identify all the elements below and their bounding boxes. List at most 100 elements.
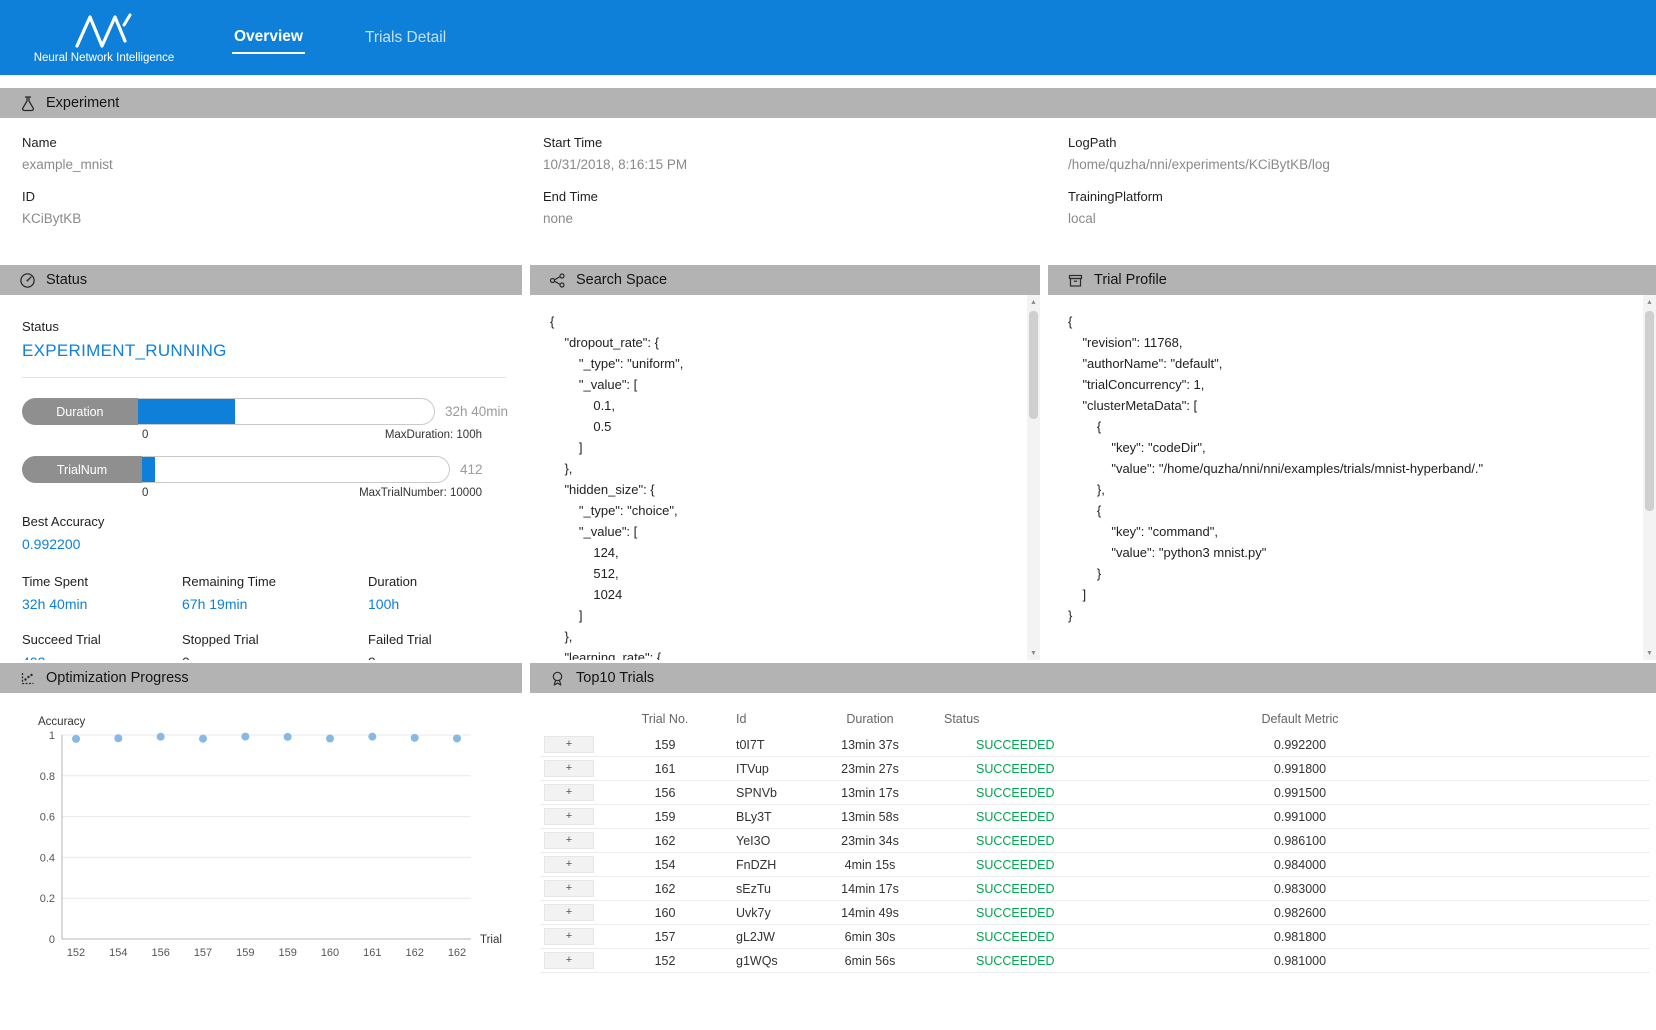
- expand-row-button[interactable]: +: [544, 856, 594, 873]
- cell-metric: 0.982600: [1100, 901, 1500, 925]
- expand-cell: +: [540, 925, 598, 949]
- svg-text:162: 162: [405, 947, 423, 959]
- scrollbar-thumb[interactable]: [1029, 311, 1038, 419]
- top10-panel: Top10 Trials Trial No. Id Duration Statu…: [530, 663, 1656, 1008]
- svg-text:0: 0: [49, 934, 55, 946]
- field-label: End Time: [543, 189, 1068, 204]
- status-label: Status: [22, 319, 508, 334]
- filler-cell: [1500, 877, 1650, 901]
- flask-icon: [18, 94, 36, 112]
- expand-cell: +: [540, 877, 598, 901]
- expand-row-button[interactable]: +: [544, 736, 594, 753]
- scroll-up-button[interactable]: ▲: [1643, 295, 1656, 309]
- nni-logo-icon: [67, 11, 141, 49]
- svg-text:162: 162: [448, 947, 466, 959]
- expand-cell: +: [540, 949, 598, 973]
- archive-icon: [1066, 271, 1084, 289]
- scroll-down-button[interactable]: ▼: [1643, 646, 1656, 660]
- cell-status: SUCCEEDED: [940, 901, 1100, 925]
- expand-row-button[interactable]: +: [544, 784, 594, 801]
- scroll-up-button[interactable]: ▲: [1027, 295, 1040, 309]
- cell-id: SPNVb: [732, 781, 800, 805]
- scrollbar[interactable]: ▲ ▼: [1643, 295, 1656, 660]
- expand-cell: +: [540, 901, 598, 925]
- expand-cell: +: [540, 781, 598, 805]
- cell-id: YeI3O: [732, 829, 800, 853]
- cell-duration: 23min 27s: [800, 757, 940, 781]
- cell-status: SUCCEEDED: [940, 925, 1100, 949]
- duration-min: 0: [142, 429, 148, 441]
- svg-text:159: 159: [236, 947, 254, 959]
- expand-row-button[interactable]: +: [544, 904, 594, 921]
- cell-metric: 0.981000: [1100, 949, 1500, 973]
- duration-progress-value: 32h 40min: [445, 404, 508, 419]
- experiment-title: Experiment: [46, 95, 119, 111]
- cell-metric: 0.981800: [1100, 925, 1500, 949]
- expand-row-button[interactable]: +: [544, 832, 594, 849]
- filler-cell: [1500, 805, 1650, 829]
- expand-row-button[interactable]: +: [544, 880, 594, 897]
- field-label: LogPath: [1068, 135, 1656, 150]
- filler-cell: [1500, 925, 1650, 949]
- cell-duration: 14min 49s: [800, 901, 940, 925]
- cell-id: ITVup: [732, 757, 800, 781]
- scrollbar-thumb[interactable]: [1645, 311, 1654, 511]
- field-label: ID: [22, 189, 543, 204]
- stat-value: 403: [22, 654, 182, 660]
- table-row: +160Uvk7y14min 49sSUCCEEDED0.982600: [540, 901, 1650, 925]
- cell-id: gL2JW: [732, 925, 800, 949]
- status-stats: Time Spent32h 40min Remaining Time67h 19…: [22, 574, 508, 660]
- tab-overview[interactable]: Overview: [232, 22, 305, 54]
- stat-value: 67h 19min: [182, 596, 368, 612]
- optimization-header: Optimization Progress: [0, 663, 522, 693]
- scroll-down-button[interactable]: ▼: [1027, 646, 1040, 660]
- expand-row-button[interactable]: +: [544, 928, 594, 945]
- top10-header: Top10 Trials: [530, 663, 1656, 693]
- cell-trial_no: 152: [598, 949, 732, 973]
- filler-cell: [1500, 853, 1650, 877]
- svg-text:157: 157: [194, 947, 212, 959]
- col-default-metric: Default Metric: [1100, 707, 1500, 733]
- best-accuracy-value: 0.992200: [22, 536, 508, 552]
- filler-cell: [1500, 901, 1650, 925]
- duration-progress-label: Duration: [22, 398, 138, 425]
- trialnum-progress-value: 412: [460, 462, 483, 477]
- cell-trial_no: 159: [598, 733, 732, 757]
- cell-duration: 13min 37s: [800, 733, 940, 757]
- filler-cell: [1500, 781, 1650, 805]
- field-label: TrainingPlatform: [1068, 189, 1656, 204]
- expand-row-button[interactable]: +: [544, 808, 594, 825]
- table-row: +159t0I7T13min 37sSUCCEEDED0.992200: [540, 733, 1650, 757]
- expand-row-button[interactable]: +: [544, 952, 594, 969]
- cell-metric: 0.991800: [1100, 757, 1500, 781]
- cell-id: sEzTu: [732, 877, 800, 901]
- expand-cell: +: [540, 853, 598, 877]
- trialnum-progress: TrialNum 412 0 MaxTrialNumber: 10000: [22, 456, 508, 499]
- cell-metric: 0.983000: [1100, 877, 1500, 901]
- tab-trials-detail[interactable]: Trials Detail: [363, 23, 448, 53]
- cell-id: FnDZH: [732, 853, 800, 877]
- trial-profile-title: Trial Profile: [1094, 272, 1167, 288]
- sitemap-icon: [548, 271, 566, 289]
- cell-trial_no: 157: [598, 925, 732, 949]
- cell-status: SUCCEEDED: [940, 781, 1100, 805]
- filler-cell: [1500, 949, 1650, 973]
- svg-text:154: 154: [109, 947, 127, 959]
- svg-text:156: 156: [151, 947, 169, 959]
- trialnum-max: MaxTrialNumber: 10000: [359, 487, 482, 499]
- scrollbar[interactable]: ▲ ▼: [1027, 295, 1040, 660]
- cell-trial_no: 154: [598, 853, 732, 877]
- top10-table-body: +159t0I7T13min 37sSUCCEEDED0.992200+161I…: [540, 733, 1650, 973]
- cell-metric: 0.986100: [1100, 829, 1500, 853]
- field-value: 10/31/2018, 8:16:15 PM: [543, 157, 1068, 172]
- expand-row-button[interactable]: +: [544, 760, 594, 777]
- svg-text:159: 159: [278, 947, 296, 959]
- main-nav: Overview Trials Detail: [232, 0, 448, 75]
- duration-progress-fill: [138, 399, 235, 424]
- cell-status: SUCCEEDED: [940, 733, 1100, 757]
- optimization-panel: Optimization Progress 00.20.40.60.811521…: [0, 663, 522, 1008]
- col-duration: Duration: [800, 707, 940, 733]
- cell-status: SUCCEEDED: [940, 877, 1100, 901]
- trialnum-min: 0: [142, 487, 148, 499]
- trialnum-progress-fill: [142, 457, 155, 482]
